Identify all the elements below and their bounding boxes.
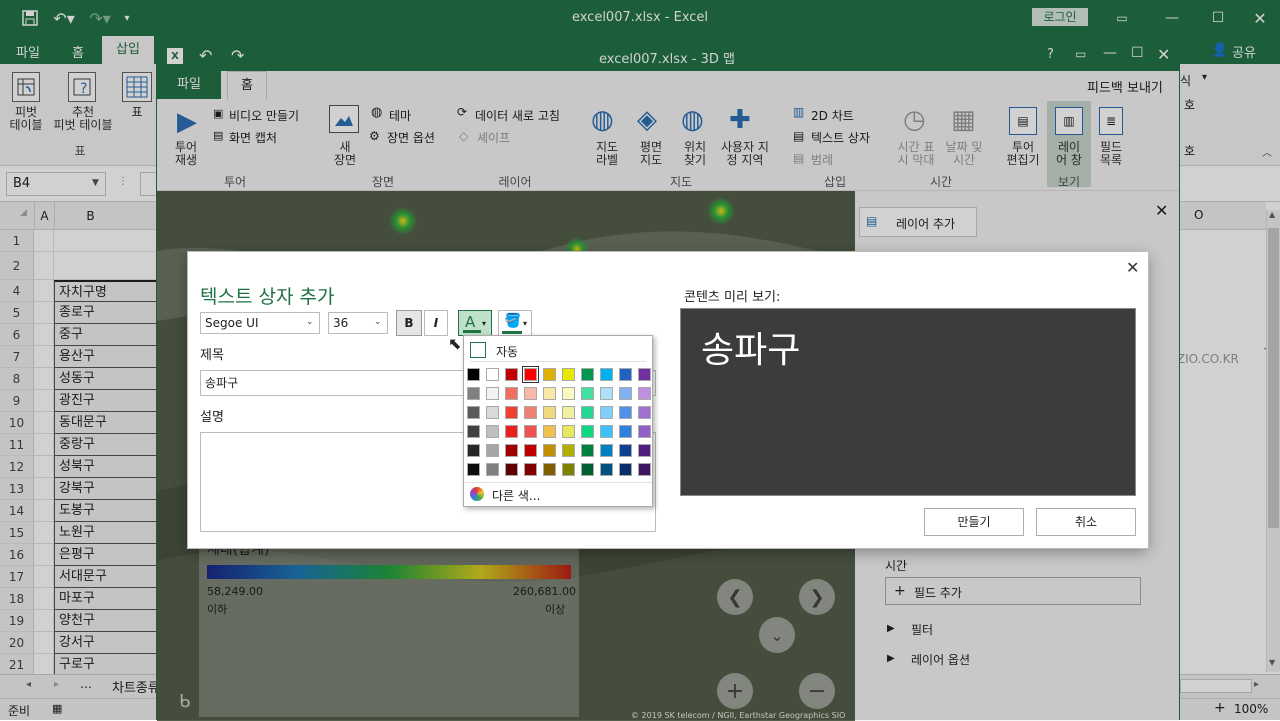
color-swatch[interactable] [524,444,537,457]
fill-color-button[interactable]: 🪣 ▾ [498,310,532,336]
create-button[interactable]: 만들기 [924,508,1024,536]
color-swatch[interactable] [543,444,556,457]
color-swatch[interactable] [619,406,632,419]
color-swatch[interactable] [543,463,556,476]
color-swatch[interactable] [467,425,480,438]
color-swatch[interactable] [638,387,651,400]
font-color-bar [463,330,481,333]
color-swatch[interactable] [619,387,632,400]
color-swatch[interactable] [562,387,575,400]
color-swatch[interactable] [543,368,556,381]
color-swatch[interactable] [486,406,499,419]
color-swatch[interactable] [467,368,480,381]
color-swatch[interactable] [562,463,575,476]
color-swatch[interactable] [638,444,651,457]
chevron-down-icon: ▾ [482,319,487,328]
color-swatch[interactable] [562,368,575,381]
mouse-cursor-icon: ⬉ [448,334,462,353]
color-swatch[interactable] [562,444,575,457]
add-text-box-dialog: ✕ 텍스트 상자 추가 Segoe UI ⌄ 36 ⌄ B I A ▾ 🪣 ▾ … [188,252,1148,548]
font-color-menu: 자동 다른 색... [463,335,653,507]
font-color-icon: A [465,313,476,331]
preview-text: 송파구 [701,330,801,371]
color-swatch[interactable] [638,463,651,476]
dialog-close-icon[interactable]: ✕ [1126,258,1139,277]
color-swatch[interactable] [581,368,594,381]
color-swatch[interactable] [467,463,480,476]
color-wheel-icon [470,487,484,501]
color-swatch[interactable] [505,425,518,438]
color-swatch[interactable] [524,387,537,400]
color-swatch[interactable] [505,406,518,419]
color-swatch[interactable] [505,387,518,400]
color-swatch[interactable] [562,406,575,419]
dialog-title: 텍스트 상자 추가 [200,286,335,308]
italic-button[interactable]: I [424,310,448,336]
color-swatch[interactable] [581,463,594,476]
bold-button[interactable]: B [396,310,422,336]
color-swatch[interactable] [638,406,651,419]
color-swatch[interactable] [581,406,594,419]
color-swatch[interactable] [581,425,594,438]
color-swatch[interactable] [522,366,539,383]
color-swatch[interactable] [486,387,499,400]
preview-label: 콘텐츠 미리 보기: [684,290,781,305]
color-swatch[interactable] [505,444,518,457]
color-swatch[interactable] [581,444,594,457]
color-swatch[interactable] [543,425,556,438]
color-swatch[interactable] [562,425,575,438]
color-swatch[interactable] [600,368,613,381]
color-swatch[interactable] [524,425,537,438]
description-field-label: 설명 [200,410,224,425]
color-swatch[interactable] [486,425,499,438]
color-swatch[interactable] [524,406,537,419]
color-swatch[interactable] [600,425,613,438]
color-swatch[interactable] [467,444,480,457]
more-colors-label: 다른 색... [492,489,541,503]
color-swatch[interactable] [619,444,632,457]
color-swatch[interactable] [467,406,480,419]
color-swatch[interactable] [486,463,499,476]
color-swatch[interactable] [543,387,556,400]
color-swatch[interactable] [486,368,499,381]
color-swatch[interactable] [505,463,518,476]
color-swatch[interactable] [524,463,537,476]
font-color-button[interactable]: A ▾ [458,310,492,336]
color-swatch[interactable] [638,425,651,438]
color-swatch[interactable] [600,387,613,400]
cancel-button[interactable]: 취소 [1036,508,1136,536]
color-swatch[interactable] [600,406,613,419]
fill-color-bar [502,331,522,334]
color-swatch[interactable] [619,425,632,438]
color-swatch[interactable] [600,463,613,476]
color-swatch[interactable] [600,444,613,457]
color-swatch[interactable] [543,406,556,419]
content-preview: 송파구 [680,308,1136,496]
font-name-select[interactable]: Segoe UI [200,312,320,334]
color-swatch[interactable] [619,368,632,381]
color-swatch[interactable] [505,368,518,381]
color-swatch[interactable] [467,387,480,400]
color-swatch[interactable] [581,387,594,400]
color-swatch[interactable] [486,444,499,457]
color-swatch[interactable] [619,463,632,476]
color-swatch[interactable] [638,368,651,381]
font-name-dropdown-icon[interactable]: ⌄ [306,317,314,327]
chevron-down-icon: ▾ [523,319,528,328]
paint-bucket-icon: 🪣 [504,313,522,329]
font-size-dropdown-icon[interactable]: ⌄ [374,317,382,327]
more-colors-item[interactable]: 다른 색... [464,482,652,506]
title-field-label: 제목 [200,348,224,363]
